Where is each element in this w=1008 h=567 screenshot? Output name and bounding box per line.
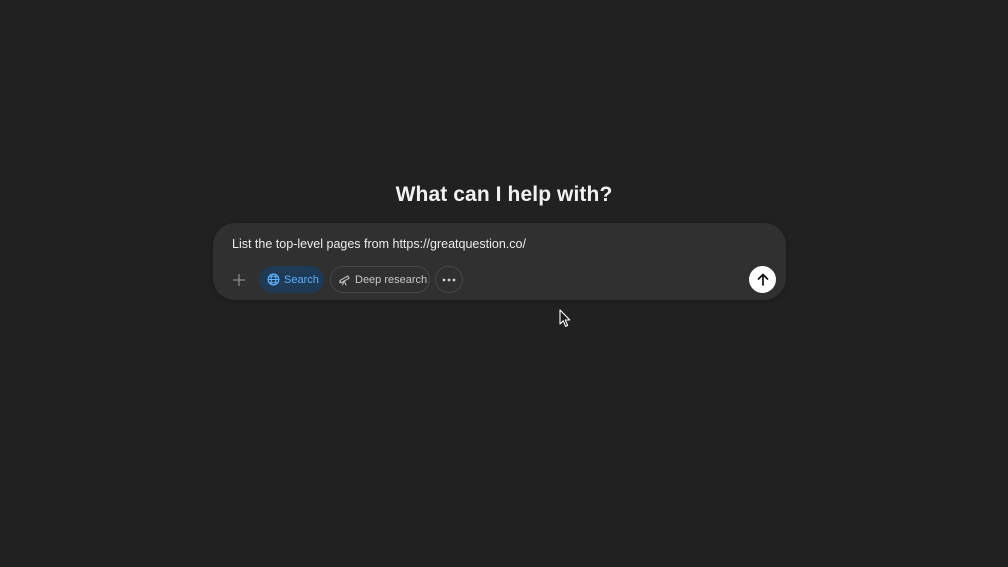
plus-icon bbox=[233, 273, 245, 286]
attach-button[interactable] bbox=[229, 266, 249, 293]
arrow-up-icon bbox=[757, 273, 768, 286]
search-toggle-button[interactable]: Search bbox=[259, 266, 324, 293]
composer-toolbar: Search Deep research bbox=[213, 266, 786, 293]
send-button[interactable] bbox=[749, 266, 776, 293]
page-title: What can I help with? bbox=[395, 183, 613, 206]
ellipsis-icon bbox=[442, 278, 456, 281]
globe-icon bbox=[267, 273, 280, 286]
search-toggle-label: Search bbox=[284, 273, 319, 286]
chat-home-screen: What can I help with? List the top-level… bbox=[0, 0, 1008, 567]
prompt-composer[interactable]: List the top-level pages from https://gr… bbox=[213, 223, 786, 300]
telescope-icon bbox=[338, 273, 351, 286]
prompt-input[interactable]: List the top-level pages from https://gr… bbox=[232, 236, 526, 252]
mouse-cursor-icon bbox=[559, 309, 571, 327]
more-tools-button[interactable] bbox=[435, 266, 463, 293]
deep-research-button[interactable]: Deep research bbox=[330, 266, 430, 293]
deep-research-label: Deep research bbox=[355, 273, 428, 286]
